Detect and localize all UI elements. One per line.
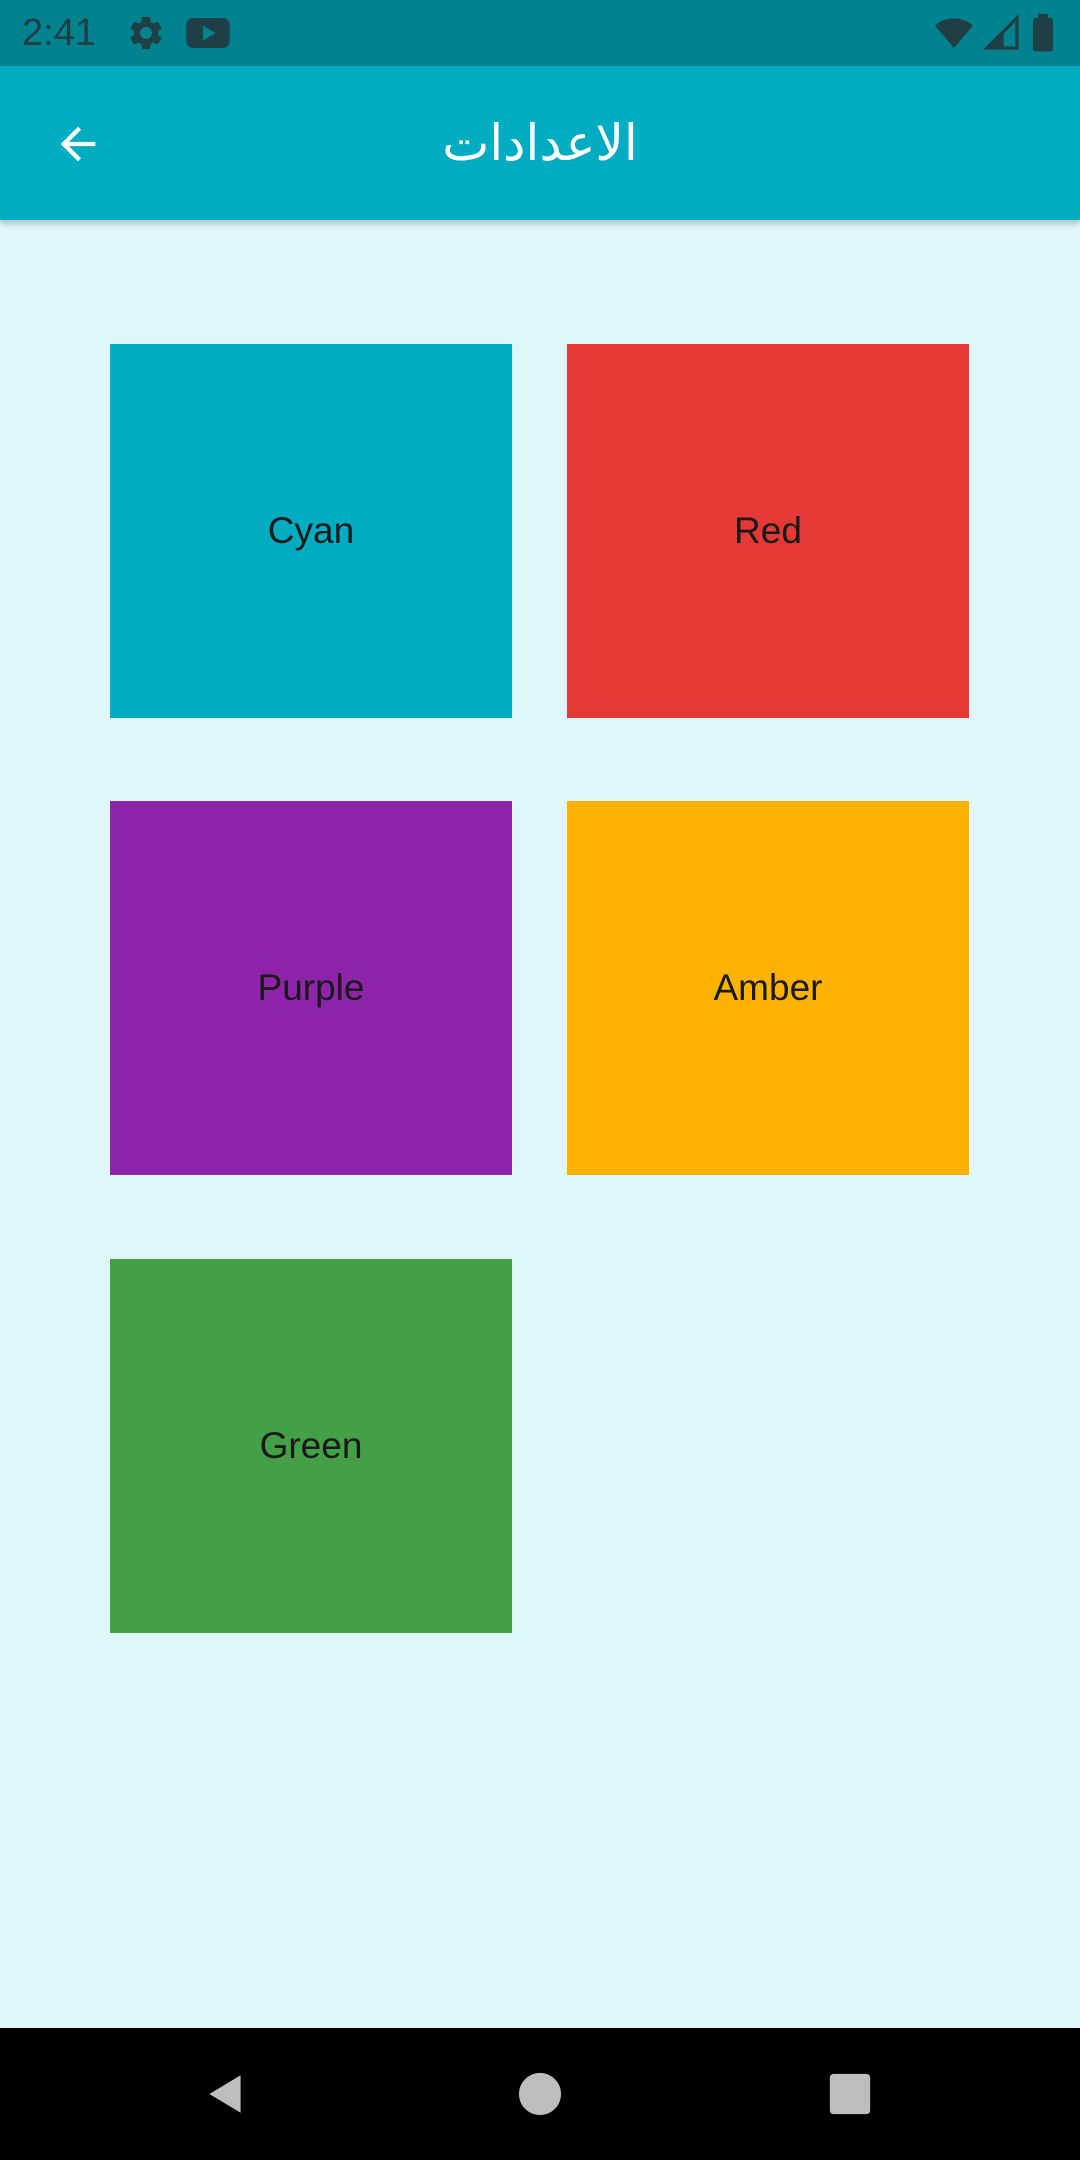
status-bar: 2:41 bbox=[0, 0, 1080, 66]
tile-red[interactable]: Red bbox=[567, 344, 969, 718]
recents-square-icon bbox=[829, 2073, 871, 2115]
app-bar: الاعدادات bbox=[0, 66, 1080, 220]
battery-icon bbox=[1033, 13, 1053, 52]
cell-signal-icon bbox=[982, 13, 1019, 50]
wifi-icon bbox=[934, 18, 974, 48]
nav-home-button[interactable] bbox=[500, 2054, 580, 2134]
tile-cyan[interactable]: Cyan bbox=[110, 344, 512, 718]
tile-label: Purple bbox=[257, 967, 365, 1008]
nav-back-button[interactable] bbox=[186, 2054, 266, 2134]
tile-label: Red bbox=[734, 510, 802, 551]
gear-icon bbox=[130, 16, 162, 49]
back-button[interactable] bbox=[36, 102, 120, 186]
tile-green[interactable]: Green bbox=[110, 1259, 512, 1633]
tile-label: Green bbox=[259, 1425, 363, 1466]
tile-label: Cyan bbox=[267, 510, 355, 551]
tile-purple[interactable]: Purple bbox=[110, 801, 512, 1175]
page-title: الاعدادات bbox=[442, 114, 638, 172]
nav-recents-button[interactable] bbox=[810, 2054, 890, 2134]
navigation-bar bbox=[0, 2028, 1080, 2160]
tile-label: Amber bbox=[713, 967, 823, 1008]
tile-amber[interactable]: Amber bbox=[567, 801, 969, 1175]
arrow-back-icon bbox=[60, 126, 96, 162]
home-circle-icon bbox=[518, 2072, 562, 2116]
status-time: 2:41 bbox=[22, 12, 96, 54]
youtube-icon bbox=[186, 18, 230, 48]
back-triangle-icon bbox=[209, 2075, 241, 2113]
